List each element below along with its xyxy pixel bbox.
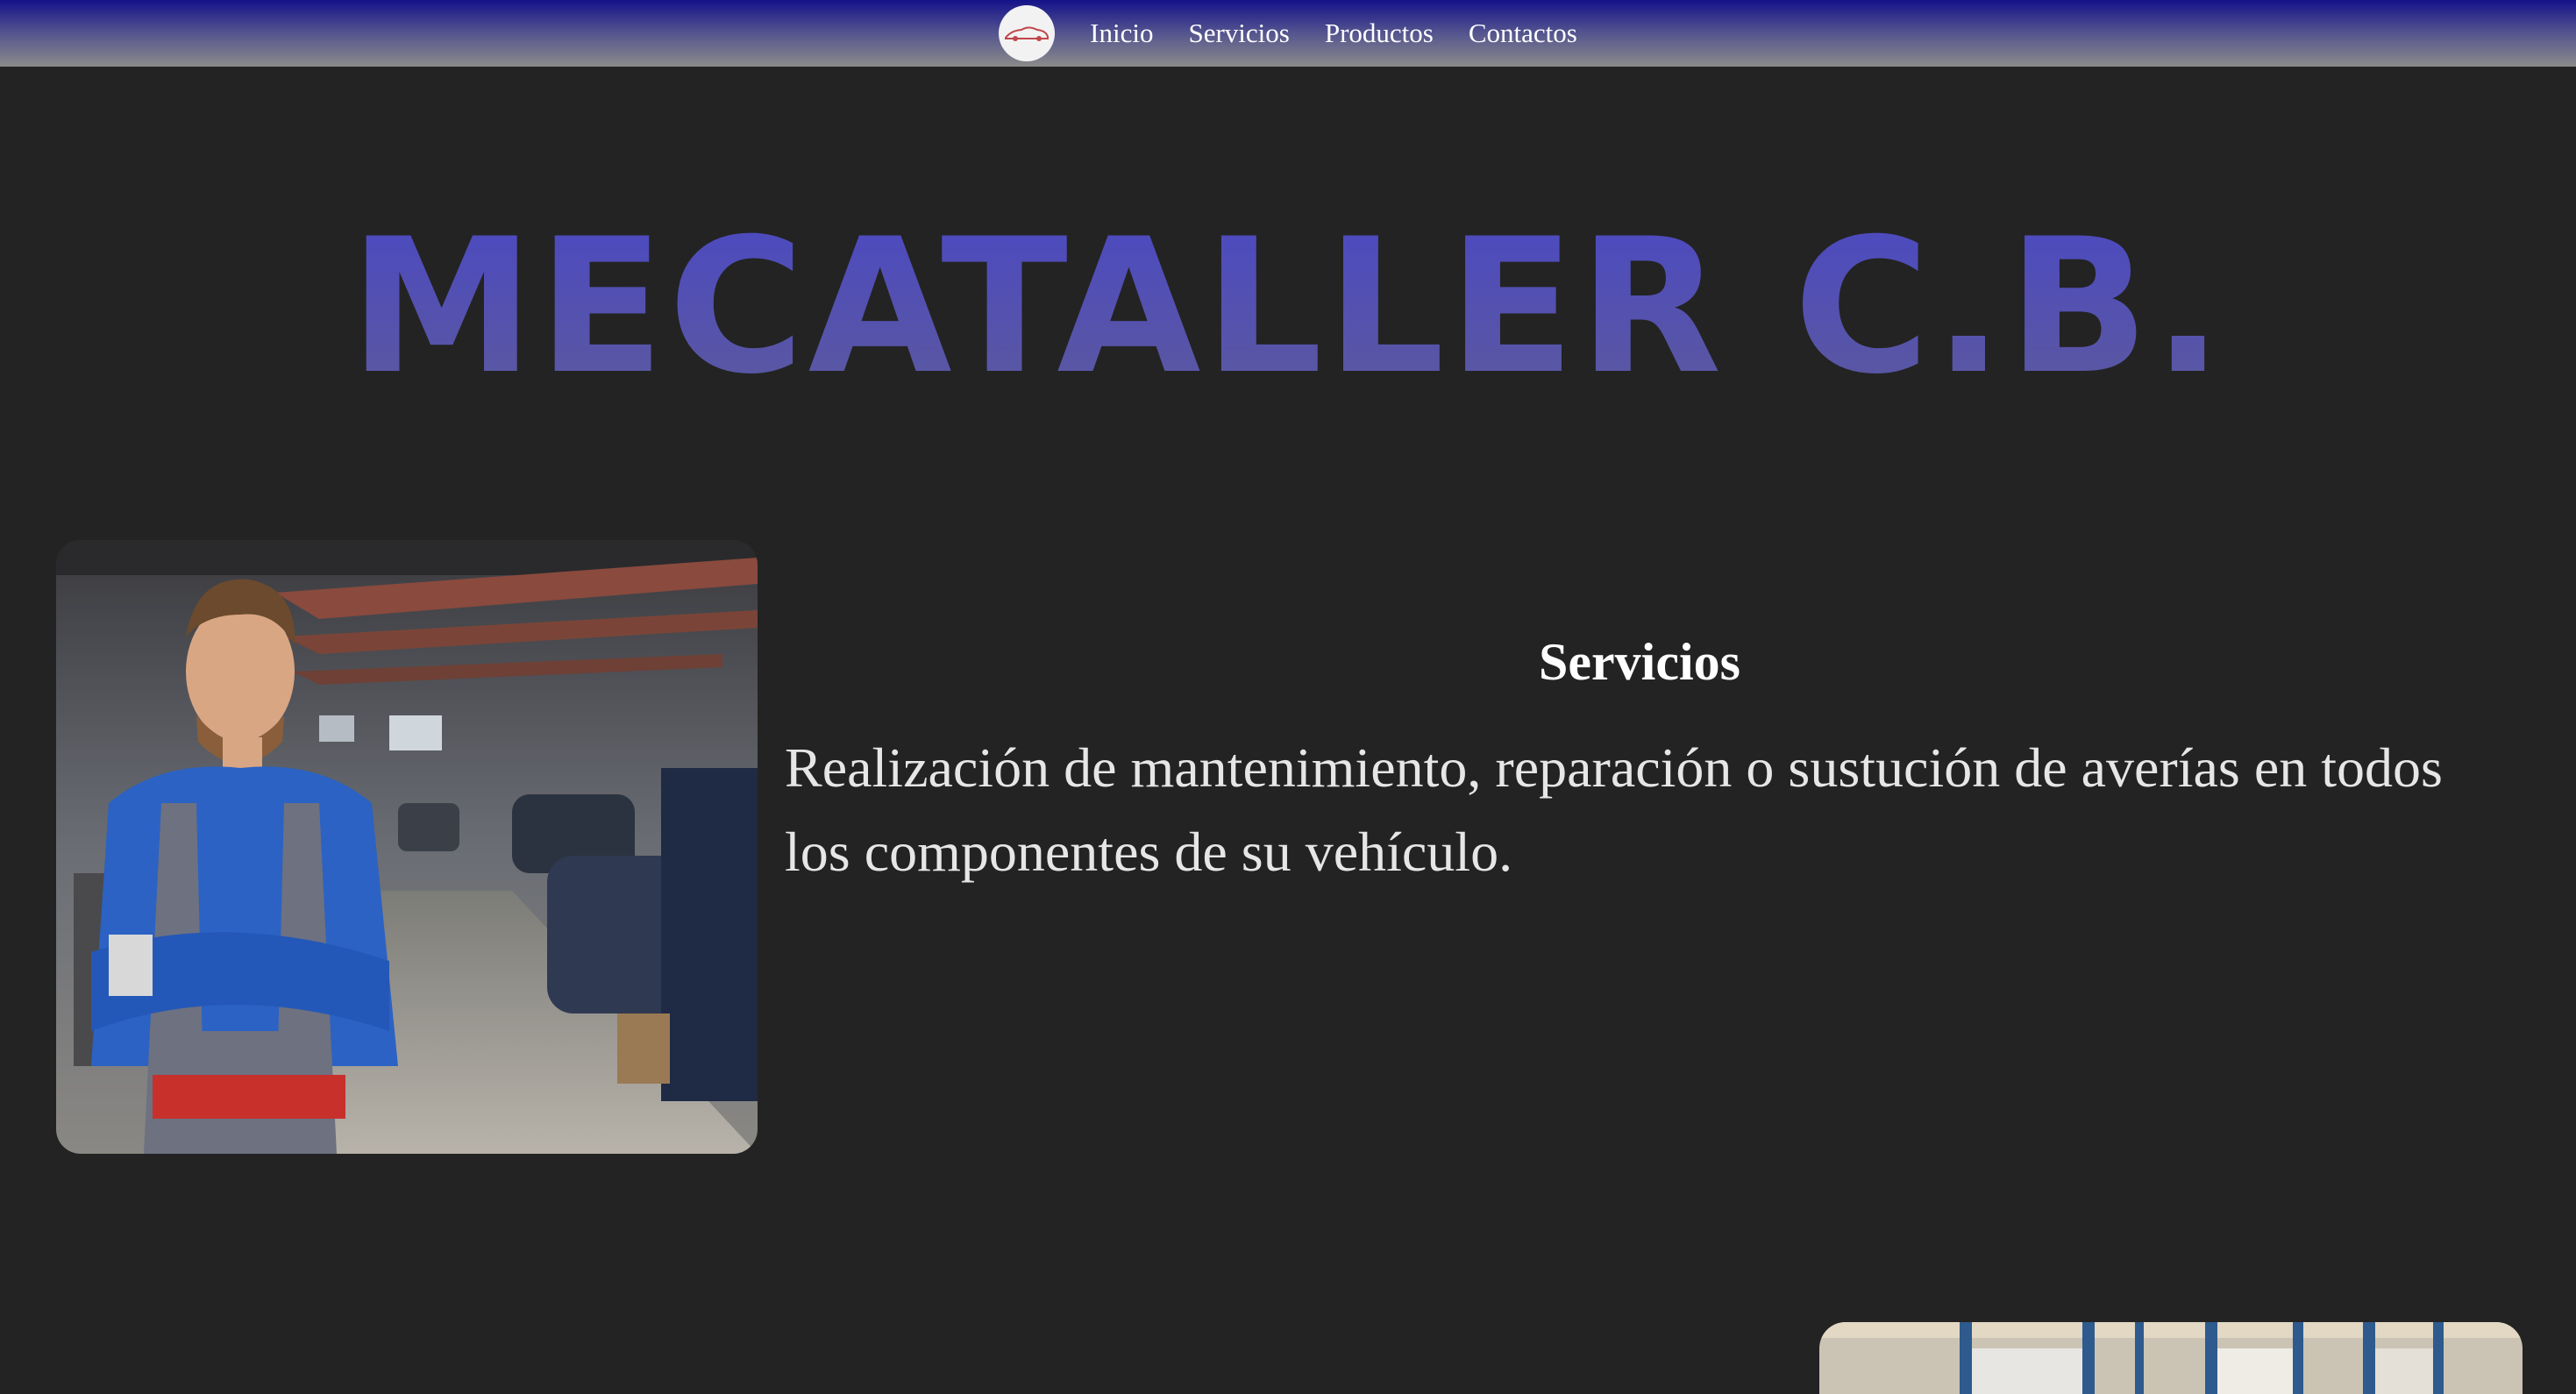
nav-link-servicios[interactable]: Servicios	[1188, 18, 1289, 49]
warehouse-photo	[1819, 1322, 2523, 1394]
top-navbar: Inicio Servicios Productos Contactos	[0, 0, 2576, 67]
services-description: Realización de mantenimiento, reparación…	[785, 736, 2443, 883]
car-logo-icon[interactable]	[999, 5, 1056, 61]
brand-title: MECATALLER C.B.	[0, 197, 2576, 416]
services-section: Servicios Realización de mantenimiento, …	[785, 614, 2494, 894]
nav-link-productos[interactable]: Productos	[1325, 18, 1434, 49]
mechanic-photo	[56, 540, 758, 1154]
nav-inner: Inicio Servicios Productos Contactos	[999, 5, 1577, 61]
nav-link-contactos[interactable]: Contactos	[1469, 18, 1577, 49]
services-heading: Servicios	[1539, 633, 1740, 691]
nav-link-inicio[interactable]: Inicio	[1090, 18, 1153, 49]
